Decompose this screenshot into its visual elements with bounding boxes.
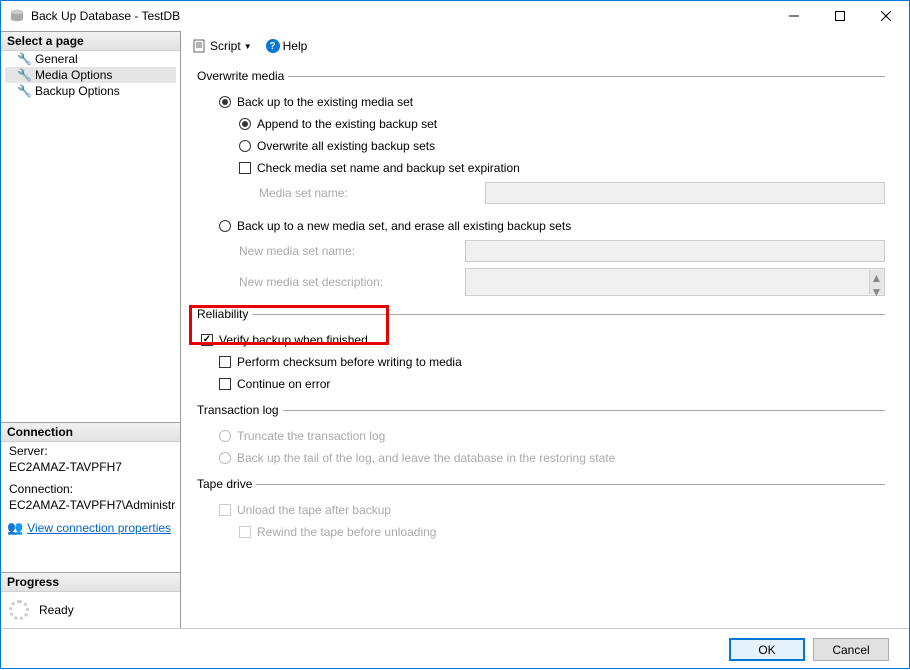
input-new-media-desc [465, 268, 885, 296]
group-transaction-log: Transaction log Truncate the transaction… [197, 403, 885, 469]
checkbox-continue-on-error[interactable] [219, 378, 231, 390]
view-connection-properties-link[interactable]: View connection properties [27, 521, 171, 535]
radio-overwrite-all[interactable] [239, 140, 251, 152]
wrench-icon: 🔧 [17, 84, 31, 98]
checkbox-unload-tape [219, 504, 231, 516]
transaction-log-legend: Transaction log [197, 403, 283, 417]
checkbox-label: Continue on error [237, 377, 330, 391]
script-icon [193, 39, 207, 53]
connection-header: Connection [1, 423, 180, 442]
connection-label: Connection: [5, 480, 176, 498]
toolbar: Script ▼ ? Help [181, 31, 909, 61]
checkbox-label: Perform checksum before writing to media [237, 355, 462, 369]
script-label: Script [210, 39, 241, 53]
sidebar-item-label: Backup Options [35, 84, 120, 98]
label-new-media-desc: New media set description: [239, 275, 459, 289]
radio-label: Truncate the transaction log [237, 429, 385, 443]
input-new-media-name [465, 240, 885, 262]
checkbox-verify-backup[interactable] [201, 334, 213, 346]
input-media-set-name [485, 182, 885, 204]
radio-label: Back up the tail of the log, and leave t… [237, 451, 615, 465]
radio-backup-tail [219, 452, 231, 464]
close-button[interactable] [863, 1, 909, 31]
sidebar-item-label: Media Options [35, 68, 112, 82]
textarea-scroll-icon: ▲▼ [869, 270, 883, 294]
content-area: Overwrite media Back up to the existing … [181, 61, 909, 628]
chevron-down-icon: ▼ [244, 42, 252, 51]
dialog-footer: OK Cancel [1, 628, 909, 670]
radio-append-existing[interactable] [239, 118, 251, 130]
wrench-icon: 🔧 [17, 52, 31, 66]
connection-value: EC2AMAZ-TAVPFH7\Administrator [5, 498, 176, 518]
radio-truncate-log [219, 430, 231, 442]
group-tape-drive: Tape drive Unload the tape after backup … [197, 477, 885, 543]
people-icon: 👥 [7, 520, 23, 536]
label-media-set-name: Media set name: [259, 186, 479, 200]
title-bar: Back Up Database - TestDB [1, 1, 909, 31]
checkbox-perform-checksum[interactable] [219, 356, 231, 368]
tape-drive-legend: Tape drive [197, 477, 256, 491]
sidebar-item-backup-options[interactable]: 🔧 Backup Options [5, 83, 176, 99]
overwrite-media-legend: Overwrite media [197, 69, 288, 83]
label-new-media-name: New media set name: [239, 244, 459, 258]
script-button[interactable]: Script ▼ [189, 37, 256, 55]
minimize-button[interactable] [771, 1, 817, 31]
server-value: EC2AMAZ-TAVPFH7 [5, 460, 176, 480]
checkbox-label: Verify backup when finished [219, 333, 368, 347]
checkbox-check-expiration[interactable] [239, 162, 251, 174]
checkbox-label: Unload the tape after backup [237, 503, 391, 517]
radio-label: Overwrite all existing backup sets [257, 139, 435, 153]
wrench-icon: 🔧 [17, 68, 31, 82]
server-label: Server: [5, 442, 176, 460]
database-icon [9, 9, 25, 23]
checkbox-rewind-tape [239, 526, 251, 538]
progress-spinner-icon [9, 600, 29, 620]
ok-button[interactable]: OK [729, 638, 805, 661]
help-icon: ? [266, 39, 280, 53]
cancel-button[interactable]: Cancel [813, 638, 889, 661]
progress-header: Progress [1, 573, 180, 592]
window-title: Back Up Database - TestDB [31, 9, 771, 23]
radio-label: Back up to the existing media set [237, 95, 413, 109]
sidebar: Select a page 🔧 General 🔧 Media Options … [1, 31, 181, 628]
radio-label: Back up to a new media set, and erase al… [237, 219, 571, 233]
help-label: Help [283, 39, 308, 53]
group-overwrite-media: Overwrite media Back up to the existing … [197, 69, 885, 299]
checkbox-label: Check media set name and backup set expi… [257, 161, 520, 175]
sidebar-item-general[interactable]: 🔧 General [5, 51, 176, 67]
select-page-header: Select a page [1, 32, 180, 51]
maximize-button[interactable] [817, 1, 863, 31]
reliability-legend: Reliability [197, 307, 252, 321]
radio-label: Append to the existing backup set [257, 117, 437, 131]
radio-new-media-set[interactable] [219, 220, 231, 232]
progress-status: Ready [39, 603, 74, 617]
help-button[interactable]: ? Help [262, 37, 312, 55]
radio-existing-media-set[interactable] [219, 96, 231, 108]
sidebar-item-media-options[interactable]: 🔧 Media Options [5, 67, 176, 83]
sidebar-item-label: General [35, 52, 78, 66]
group-reliability: Reliability Verify backup when finished … [197, 307, 885, 395]
checkbox-label: Rewind the tape before unloading [257, 525, 436, 539]
